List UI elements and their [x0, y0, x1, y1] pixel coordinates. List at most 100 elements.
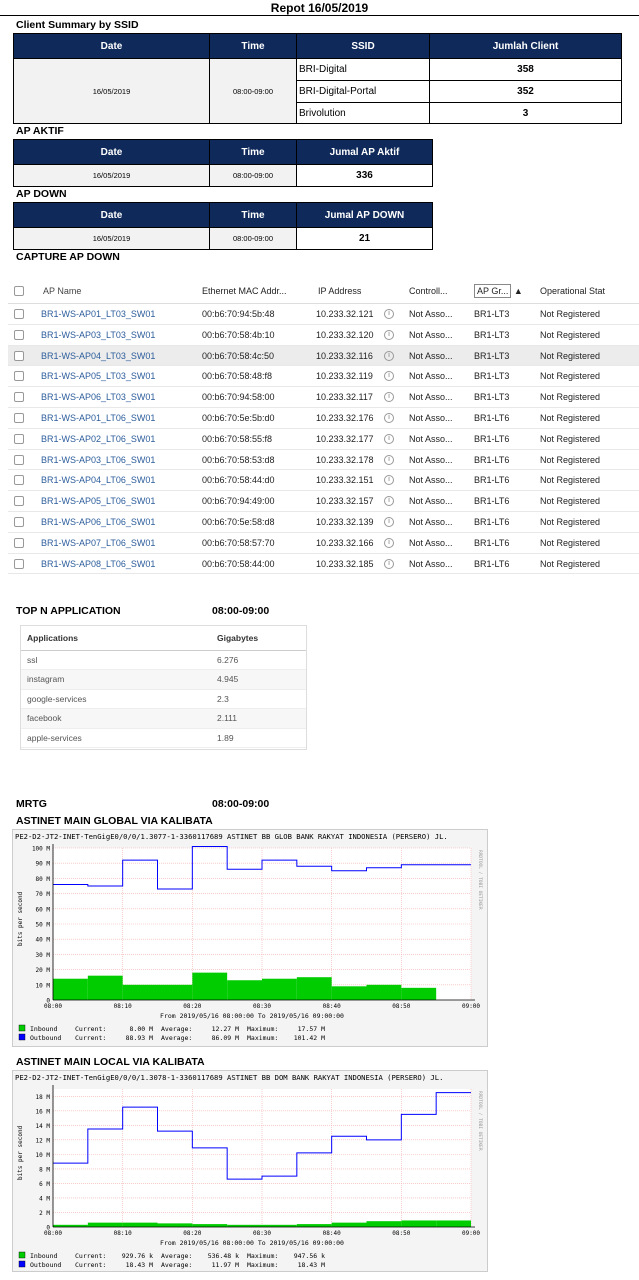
- info-icon[interactable]: i: [384, 371, 394, 382]
- info-icon[interactable]: i: [384, 496, 394, 507]
- table-row[interactable]: BR1-WS-AP07_LT06_SW01 00:b6:70:58:57:70 …: [8, 533, 639, 554]
- ap-name-link[interactable]: BR1-WS-AP05_LT06_SW01: [41, 491, 201, 512]
- col-ap-group[interactable]: AP Gr... ▲: [474, 278, 534, 304]
- col-gigabytes: Gigabytes: [217, 633, 259, 643]
- col-operational-status[interactable]: Operational Stat: [540, 278, 639, 304]
- x-tick-label: 08:20: [183, 1230, 201, 1237]
- select-all-checkbox[interactable]: [14, 286, 24, 296]
- legend-current-label: Current:: [75, 1261, 106, 1269]
- info-icon[interactable]: i: [384, 309, 394, 319]
- ap-name-link[interactable]: BR1-WS-AP03_LT06_SW01: [41, 450, 201, 471]
- ap-name-link[interactable]: BR1-WS-AP06_LT06_SW01: [41, 512, 201, 533]
- table-row[interactable]: BR1-WS-AP01_LT03_SW01 00:b6:70:94:5b:48 …: [8, 304, 639, 325]
- ip-address: 10.233.32.116: [316, 350, 373, 361]
- ap-name-link[interactable]: BR1-WS-AP02_LT06_SW01: [41, 429, 201, 450]
- info-icon[interactable]: i: [384, 516, 394, 527]
- info-icon[interactable]: i: [384, 350, 394, 361]
- info-icon[interactable]: i: [384, 558, 394, 569]
- legend-name: Inbound: [30, 1252, 57, 1260]
- row-checkbox[interactable]: [14, 496, 24, 507]
- controller-status: Not Asso...: [409, 412, 453, 423]
- list-item: facebook 2.111: [21, 709, 306, 729]
- row-checkbox[interactable]: [14, 454, 24, 465]
- col-date: Date: [13, 139, 210, 165]
- operational-status: Not Registered: [540, 496, 601, 507]
- mrtg-global-svg: PE2-D2-JT2-INET-TenGigE0/0/0/1.3077-1-33…: [15, 832, 483, 1042]
- ap-group: BR1-LT6: [474, 433, 510, 444]
- info-icon[interactable]: i: [384, 454, 394, 465]
- row-checkbox[interactable]: [14, 309, 24, 319]
- inbound-bar: [296, 977, 332, 1000]
- ap-name-link[interactable]: BR1-WS-AP04_LT06_SW01: [41, 470, 201, 491]
- ip-address: 10.233.32.177: [316, 433, 374, 444]
- ip-address: 10.233.32.139: [316, 516, 374, 527]
- mac-address: 00:b6:70:5e:5b:d0: [202, 412, 275, 423]
- operational-status: Not Registered: [540, 392, 601, 403]
- mrtg-label: MRTG: [16, 798, 47, 810]
- row-checkbox[interactable]: [14, 516, 24, 527]
- ip-address: 10.233.32.185: [316, 558, 374, 569]
- ap-name-link[interactable]: BR1-WS-AP04_LT03_SW01: [41, 346, 201, 367]
- info-icon[interactable]: i: [384, 329, 394, 340]
- controller-status: Not Asso...: [409, 329, 453, 340]
- y-tick-label: 20 M: [36, 967, 51, 974]
- table-row[interactable]: BR1-WS-AP05_LT06_SW01 00:b6:70:94:49:00 …: [8, 491, 639, 512]
- table-row[interactable]: BR1-WS-AP03_LT06_SW01 00:b6:70:58:53:d8 …: [8, 450, 639, 471]
- mac-address: 00:b6:70:94:58:00: [202, 392, 275, 403]
- table-row[interactable]: BR1-WS-AP08_LT06_SW01 00:b6:70:58:44:00 …: [8, 554, 639, 575]
- operational-status: Not Registered: [540, 558, 601, 569]
- row-checkbox[interactable]: [14, 350, 24, 361]
- ap-name-link[interactable]: BR1-WS-AP08_LT06_SW01: [41, 554, 201, 575]
- col-mac[interactable]: Ethernet MAC Addr...: [202, 278, 306, 304]
- y-tick-label: 18 M: [36, 1094, 51, 1101]
- table-row[interactable]: BR1-WS-AP06_LT03_SW01 00:b6:70:94:58:00 …: [8, 387, 639, 408]
- inbound-bar: [262, 978, 297, 1000]
- inbound-bar: [87, 975, 123, 1000]
- row-checkbox[interactable]: [14, 412, 24, 423]
- table-row[interactable]: BR1-WS-AP03_LT03_SW01 00:b6:70:58:4b:10 …: [8, 325, 639, 346]
- controller-status: Not Asso...: [409, 475, 453, 486]
- info-icon[interactable]: i: [384, 475, 394, 486]
- row-checkbox[interactable]: [14, 329, 24, 340]
- ap-name-link[interactable]: BR1-WS-AP05_LT03_SW01: [41, 366, 201, 387]
- ap-name-link[interactable]: BR1-WS-AP01_LT03_SW01: [41, 304, 201, 325]
- mac-address: 00:b6:70:94:49:00: [202, 496, 275, 507]
- row-checkbox[interactable]: [14, 392, 24, 403]
- ap-name-link[interactable]: BR1-WS-AP07_LT06_SW01: [41, 533, 201, 554]
- col-ap-name[interactable]: AP Name: [43, 278, 203, 304]
- table-row[interactable]: BR1-WS-AP02_LT06_SW01 00:b6:70:58:55:f8 …: [8, 429, 639, 450]
- table-row[interactable]: BR1-WS-AP01_LT06_SW01 00:b6:70:5e:5b:d0 …: [8, 408, 639, 429]
- y-tick-label: 50 M: [36, 922, 51, 929]
- app-gigabytes: 2.111: [217, 713, 238, 724]
- operational-status: Not Registered: [540, 309, 601, 319]
- table-row[interactable]: BR1-WS-AP04_LT06_SW01 00:b6:70:58:44:d0 …: [8, 470, 639, 492]
- table-row[interactable]: BR1-WS-AP05_LT03_SW01 00:b6:70:58:48:f8 …: [8, 366, 639, 388]
- col-ip[interactable]: IP Address: [318, 278, 390, 304]
- row-checkbox[interactable]: [14, 537, 24, 548]
- app-name: google-services: [27, 693, 87, 704]
- client-count: 3: [429, 102, 622, 124]
- legend-current-label: Current:: [75, 1034, 106, 1042]
- ap-name-link[interactable]: BR1-WS-AP03_LT03_SW01: [41, 325, 201, 346]
- row-checkbox[interactable]: [14, 475, 24, 486]
- table-row[interactable]: BR1-WS-AP04_LT03_SW01 00:b6:70:58:4c:50 …: [8, 345, 639, 367]
- info-icon[interactable]: i: [384, 537, 394, 548]
- ap-name-link[interactable]: BR1-WS-AP06_LT03_SW01: [41, 387, 201, 408]
- mac-address: 00:b6:70:58:4b:10: [202, 329, 275, 340]
- inbound-bar: [157, 1223, 193, 1227]
- info-icon[interactable]: i: [384, 433, 394, 444]
- col-controller[interactable]: Controll...: [409, 278, 464, 304]
- table-row[interactable]: BR1-WS-AP06_LT06_SW01 00:b6:70:5e:58:d8 …: [8, 512, 639, 533]
- ap-name-link[interactable]: BR1-WS-AP01_LT06_SW01: [41, 408, 201, 429]
- info-icon[interactable]: i: [384, 392, 394, 403]
- info-icon[interactable]: i: [384, 412, 394, 423]
- row-checkbox[interactable]: [14, 433, 24, 444]
- legend-maximum-value: 101.42 M: [294, 1034, 325, 1042]
- legend-name: Inbound: [30, 1025, 57, 1033]
- ap-down-label: AP DOWN: [16, 188, 67, 200]
- x-tick-label: 08:00: [44, 1230, 62, 1237]
- row-checkbox[interactable]: [14, 558, 24, 569]
- ap-group: BR1-LT6: [474, 496, 510, 507]
- row-checkbox[interactable]: [14, 371, 24, 382]
- mac-address: 00:b6:70:58:44:00: [202, 558, 275, 569]
